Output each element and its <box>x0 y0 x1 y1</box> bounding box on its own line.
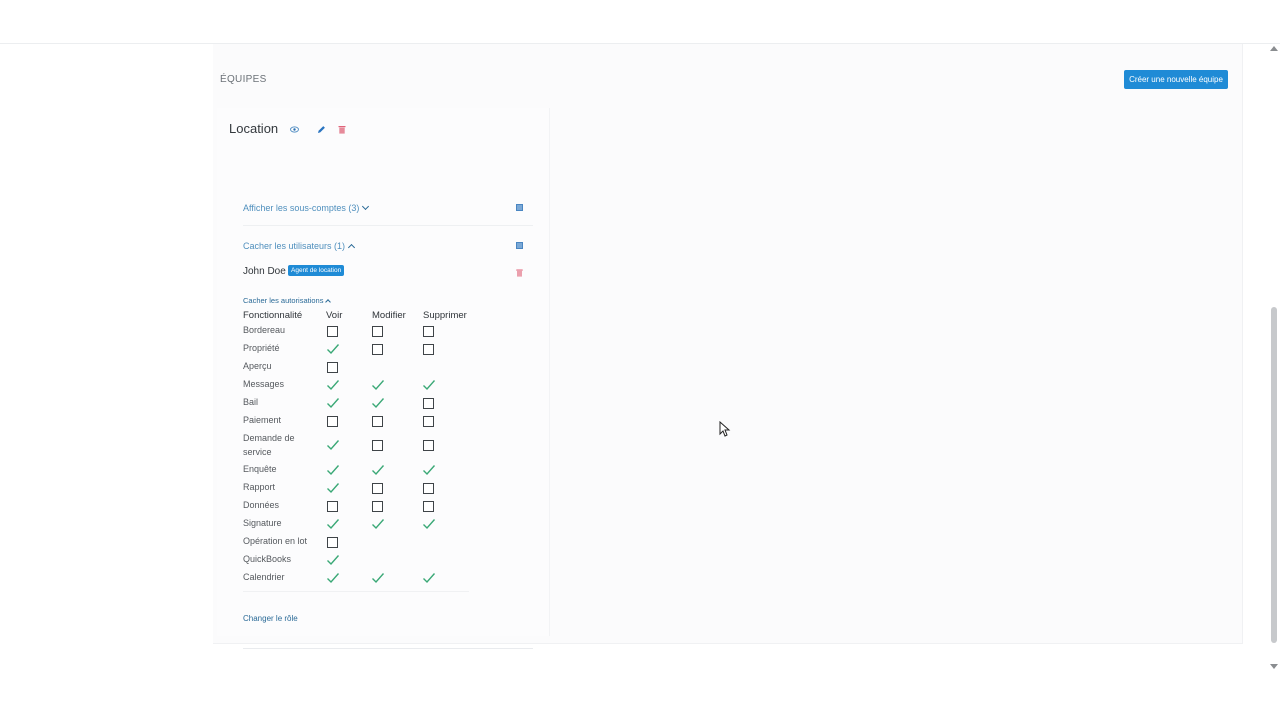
check-icon-delete[interactable] <box>422 464 436 476</box>
permission-label: Paiement <box>243 415 282 425</box>
hide-permissions-label: Cacher les autorisations <box>243 296 324 305</box>
divider <box>243 225 533 226</box>
scroll-thumb[interactable] <box>1271 307 1277 643</box>
check-icon-delete[interactable] <box>422 379 436 391</box>
hide-permissions-toggle[interactable]: Cacher les autorisations <box>243 296 332 305</box>
checkbox-delete[interactable] <box>423 483 434 494</box>
show-subaccounts-label: Afficher les sous-comptes (3) <box>243 203 360 213</box>
section-title: ÉQUIPES <box>220 74 267 85</box>
hide-users-toggle[interactable]: Cacher les utilisateurs (1) <box>243 241 356 251</box>
check-icon-edit[interactable] <box>371 572 385 584</box>
check-icon-edit[interactable] <box>371 518 385 530</box>
permission-label: Calendrier <box>243 572 285 582</box>
check-icon-view[interactable] <box>326 482 340 494</box>
checkbox-delete[interactable] <box>423 416 434 427</box>
permission-label: Bail <box>243 397 259 407</box>
check-icon-edit[interactable] <box>371 397 385 409</box>
permission-label: Aperçu <box>243 361 272 371</box>
checkbox-view[interactable] <box>327 416 338 427</box>
permission-label: Opération en lot <box>243 536 308 546</box>
column-header-edit: Modifier <box>372 310 406 321</box>
user-name: John Doe <box>243 266 286 277</box>
scroll-down-arrow-icon[interactable] <box>1270 664 1278 669</box>
teams-panel: ÉQUIPES Créer une nouvelle équipe Locati… <box>213 44 1243 649</box>
checkbox-delete[interactable] <box>423 344 434 355</box>
team-name: Location <box>229 121 279 136</box>
column-header-delete: Supprimer <box>423 310 467 321</box>
check-icon-view[interactable] <box>326 464 340 476</box>
show-subaccounts-toggle[interactable]: Afficher les sous-comptes (3) <box>243 202 370 213</box>
add-user-icon[interactable] <box>516 242 523 249</box>
checkbox-delete[interactable] <box>423 440 434 451</box>
chevron-down-icon <box>362 202 370 211</box>
checkbox-view[interactable] <box>327 326 338 337</box>
hide-users-label: Cacher les utilisateurs (1) <box>243 241 346 251</box>
check-icon-view[interactable] <box>326 554 340 566</box>
check-icon-view[interactable] <box>326 439 340 451</box>
permission-label: Données <box>243 500 280 510</box>
checkbox-edit[interactable] <box>372 326 383 337</box>
check-icon-edit[interactable] <box>371 379 385 391</box>
check-icon-delete[interactable] <box>422 518 436 530</box>
checkbox-view[interactable] <box>327 501 338 512</box>
checkbox-delete[interactable] <box>423 501 434 512</box>
checkbox-edit[interactable] <box>372 344 383 355</box>
checkbox-edit[interactable] <box>372 440 383 451</box>
pencil-icon[interactable] <box>317 125 326 134</box>
checkbox-delete[interactable] <box>423 326 434 337</box>
checkbox-edit[interactable] <box>372 501 383 512</box>
check-icon-view[interactable] <box>326 518 340 530</box>
remove-user-icon[interactable] <box>515 268 524 277</box>
mouse-pointer-icon <box>719 421 731 437</box>
team-card: Location Afficher les sous-comptes (3) C… <box>217 108 550 649</box>
change-role-link[interactable]: Changer le rôle <box>243 614 298 623</box>
check-icon-edit[interactable] <box>371 464 385 476</box>
permission-label: Bordereau <box>243 325 286 335</box>
permission-label: Propriété <box>243 343 280 353</box>
column-header-feature: Fonctionnalité <box>243 310 303 321</box>
eye-icon[interactable] <box>290 125 299 134</box>
checkbox-delete[interactable] <box>423 398 434 409</box>
check-icon-view[interactable] <box>326 397 340 409</box>
scroll-up-arrow-icon[interactable] <box>1270 46 1278 51</box>
create-team-button[interactable]: Créer une nouvelle équipe <box>1124 70 1228 89</box>
checkbox-view[interactable] <box>327 537 338 548</box>
role-badge: Agent de location <box>288 265 345 276</box>
card-bottom-divider <box>243 648 533 649</box>
trash-icon[interactable] <box>337 125 346 134</box>
permission-label: Demande de service <box>243 433 295 457</box>
permission-label: Enquête <box>243 464 277 474</box>
top-bar <box>0 0 1280 44</box>
permission-label: QuickBooks <box>243 554 292 564</box>
check-icon-view[interactable] <box>326 572 340 584</box>
add-subaccount-icon[interactable] <box>516 204 523 211</box>
vertical-scrollbar[interactable] <box>1268 44 1280 676</box>
check-icon-view[interactable] <box>326 379 340 391</box>
checkbox-edit[interactable] <box>372 416 383 427</box>
permission-label: Signature <box>243 518 282 528</box>
table-divider <box>243 591 469 592</box>
chevron-up-icon <box>325 298 332 305</box>
permission-label: Messages <box>243 379 285 389</box>
checkbox-view[interactable] <box>327 362 338 373</box>
checkbox-edit[interactable] <box>372 483 383 494</box>
chevron-up-icon <box>348 243 356 251</box>
check-icon-view[interactable] <box>326 343 340 355</box>
column-header-view: Voir <box>326 310 343 321</box>
check-icon-delete[interactable] <box>422 572 436 584</box>
permission-label: Rapport <box>243 482 276 492</box>
